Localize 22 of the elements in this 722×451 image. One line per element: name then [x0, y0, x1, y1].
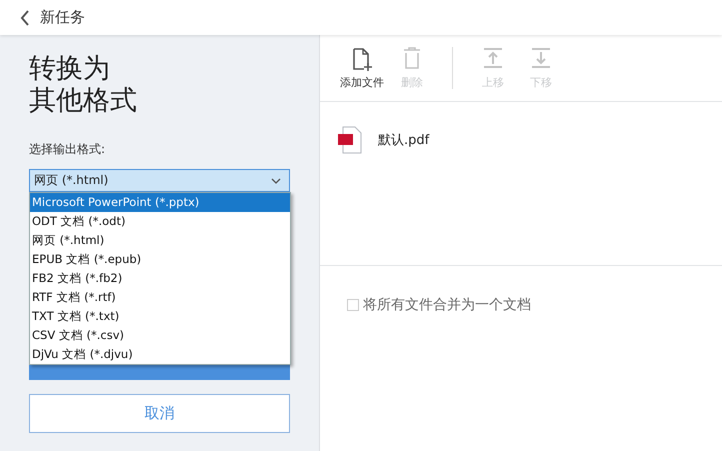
- toolbar-button[interactable]: 添加文件: [338, 46, 386, 90]
- merge-checkbox[interactable]: [347, 299, 359, 311]
- format-option[interactable]: FB2 文档 (*.fb2): [30, 269, 290, 288]
- page-title: 新任务: [40, 8, 85, 27]
- pdf-file-icon: [338, 126, 362, 154]
- format-option[interactable]: DjVu 文档 (*.djvu): [30, 345, 290, 364]
- format-option[interactable]: TXT 文档 (*.txt): [30, 307, 290, 326]
- caret-icon: [271, 178, 281, 184]
- format-select[interactable]: 网页 (*.html): [29, 169, 290, 192]
- merge-label[interactable]: 将所有文件合并为一个文档: [363, 296, 531, 314]
- format-option[interactable]: EPUB 文档 (*.epub): [30, 250, 290, 269]
- format-option[interactable]: ODT 文档 (*.odt): [30, 212, 290, 231]
- add-file-icon: [350, 46, 374, 72]
- format-label: 选择输出格式:: [29, 141, 106, 158]
- format-option[interactable]: Microsoft PowerPoint (*.pptx): [30, 193, 290, 212]
- back-icon[interactable]: [20, 10, 30, 26]
- format-option[interactable]: 网页 (*.html): [30, 231, 290, 250]
- format-option[interactable]: CSV 文档 (*.csv): [30, 326, 290, 345]
- panel-heading: 其他格式: [29, 85, 137, 117]
- panel-heading: 转换为: [29, 53, 110, 85]
- format-option[interactable]: RTF 文档 (*.rtf): [30, 288, 290, 307]
- file-name: 默认.pdf: [378, 132, 430, 149]
